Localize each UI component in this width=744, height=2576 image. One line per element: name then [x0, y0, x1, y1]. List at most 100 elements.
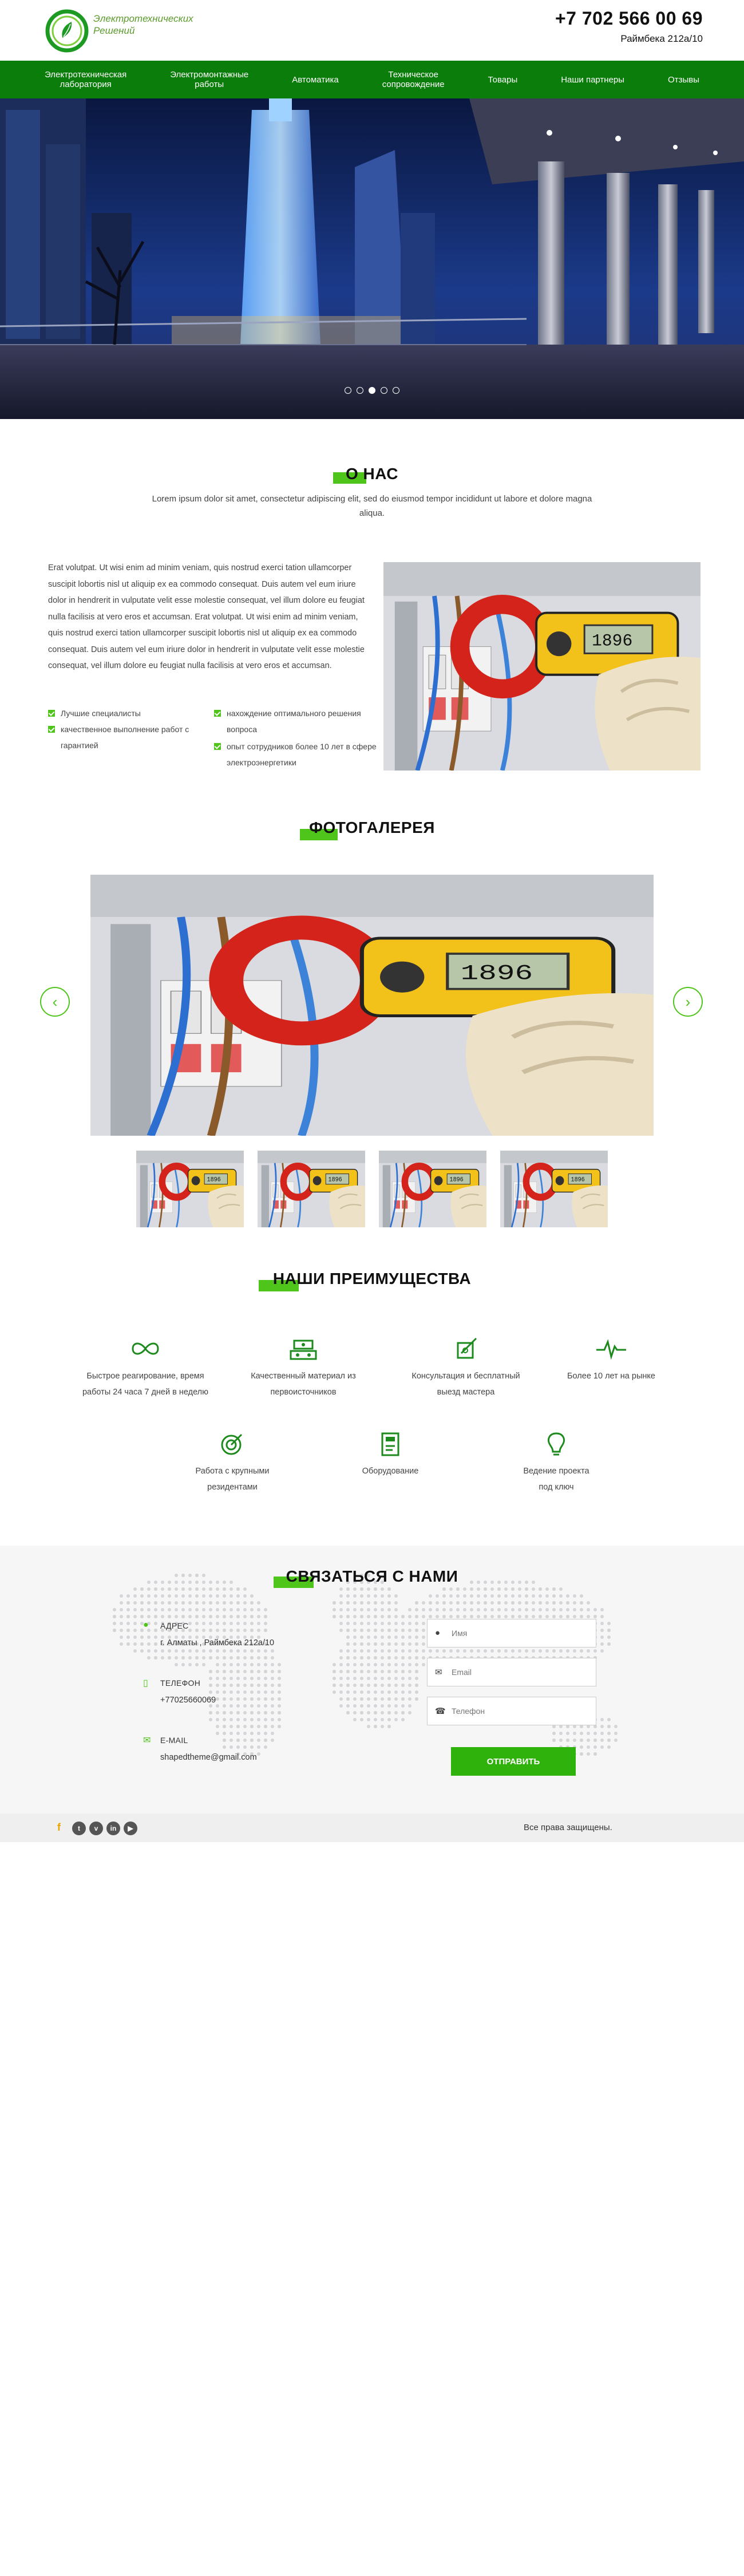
- lightbulb-icon: [548, 1432, 565, 1456]
- feature-text: опыт сотрудников более 10 лет в сфере эл…: [227, 742, 377, 767]
- chevron-left-icon: ‹: [52, 993, 58, 1010]
- advantage-text: Быстрое реагирование, время: [86, 1372, 204, 1381]
- nav-item-support[interactable]: Техническое сопровождение: [382, 70, 445, 89]
- nav-item-label: Наши партнеры: [561, 74, 625, 85]
- logo-text-line2: Решений: [93, 25, 135, 36]
- gallery-thumb[interactable]: 1896: [500, 1151, 608, 1227]
- advantage-text: Консультация и бесплатный: [411, 1372, 520, 1381]
- contact-title-text: СВЯЗАТЬСЯ С НАМИ: [286, 1567, 458, 1585]
- feature-text: нахождение оптимального решения вопроса: [227, 709, 361, 734]
- nav-item-label: Отзывы: [668, 74, 699, 85]
- gallery-main-photo: 1896: [90, 875, 654, 1136]
- nav-item-label: работы: [195, 80, 224, 89]
- feature-text: Лучшие специалисты: [61, 709, 141, 718]
- gallery-thumb[interactable]: 1896: [136, 1151, 244, 1227]
- advantages-title: НАШИ ПРЕИМУЩЕСТВА: [0, 1270, 744, 1288]
- facebook-icon[interactable]: f: [57, 1822, 61, 1834]
- nav-item-automation[interactable]: Автоматика: [292, 75, 339, 85]
- logo-emblem-icon: [45, 9, 89, 53]
- advantage-text: Более 10 лет на рынке: [567, 1372, 655, 1381]
- nav-item-partners[interactable]: Наши партнеры: [561, 75, 624, 85]
- linkedin-icon[interactable]: in: [106, 1822, 120, 1835]
- slider-dot[interactable]: [393, 387, 399, 394]
- clamp-meter-image: 1896: [500, 1151, 608, 1227]
- nav-item-products[interactable]: Товары: [488, 75, 518, 85]
- name-input[interactable]: [427, 1619, 596, 1647]
- hero-slider: [0, 98, 744, 419]
- logo[interactable]: Электротехнических Решений: [43, 5, 197, 56]
- check-icon: [214, 710, 221, 717]
- feature-item: нахождение оптимального решения вопроса: [214, 705, 380, 737]
- about-lead: Lorem ipsum dolor sit amet, consectetur …: [152, 494, 592, 518]
- advantage-text: резидентами: [207, 1483, 258, 1492]
- vimeo-icon[interactable]: v: [89, 1822, 103, 1835]
- logo-text: Электротехнических Решений: [93, 13, 193, 37]
- about-body: Erat volutpat. Ut wisi enim ad minim ven…: [48, 563, 365, 670]
- logo-text-line1: Электротехнических: [93, 13, 193, 24]
- advantage-text: Качественный материал из: [251, 1372, 356, 1381]
- header-address: Раймбека 212а/10: [620, 33, 703, 44]
- phone-input[interactable]: [427, 1697, 596, 1725]
- twitter-icon[interactable]: t: [72, 1822, 86, 1835]
- check-icon: [214, 743, 221, 750]
- svg-text:1896: 1896: [450, 1176, 464, 1183]
- advantage-text: Ведение проекта: [523, 1467, 589, 1476]
- world-map-dots: [113, 1574, 618, 1756]
- target-icon: [221, 1433, 243, 1455]
- advantage-item: Ведение проекта под ключ: [482, 1431, 631, 1495]
- svg-text:1896: 1896: [329, 1176, 342, 1183]
- gallery-thumb[interactable]: 1896: [258, 1151, 365, 1227]
- clamp-meter-image: 1896: [383, 562, 701, 771]
- envelope-icon: ✉: [143, 1736, 151, 1745]
- header-phone[interactable]: +7 702 566 00 69: [555, 8, 703, 29]
- contact-section: [0, 1546, 744, 1814]
- gallery-title-text: ФОТОГАЛЕРЕЯ: [309, 819, 435, 836]
- phone-value[interactable]: +77025660069: [160, 1696, 216, 1705]
- check-icon: [48, 710, 55, 717]
- slider-dot[interactable]: [345, 387, 351, 394]
- equipment-icon: [381, 1432, 399, 1456]
- feature-item: Лучшие специалисты: [48, 705, 203, 721]
- address-value: г. Алматы , Раймбека 212а/10: [160, 1638, 275, 1647]
- feature-item: опыт сотрудников более 10 лет в сфере эл…: [214, 738, 380, 771]
- site-footer: f t v in ▶ Все права защищены.: [0, 1814, 744, 1842]
- email-input[interactable]: [427, 1658, 596, 1686]
- email-value[interactable]: shapedtheme@gmail.com: [160, 1753, 257, 1762]
- about-title-text: О НАС: [345, 465, 399, 483]
- svg-text:1896: 1896: [571, 1176, 585, 1183]
- page: Электротехнических Решений +7 702 566 00…: [0, 0, 744, 2576]
- advantages-title-text: НАШИ ПРЕИМУЩЕСТВА: [272, 1270, 472, 1287]
- envelope-icon: ✉: [435, 1668, 442, 1677]
- check-icon: [48, 726, 55, 733]
- nav-item-label: сопровождение: [382, 80, 445, 89]
- youtube-icon[interactable]: ▶: [124, 1822, 137, 1835]
- svg-text:1896: 1896: [207, 1176, 221, 1183]
- user-icon: ●: [435, 1628, 441, 1638]
- nav-item-label: Автоматика: [292, 74, 339, 85]
- address-label: АДРЕС: [160, 1621, 189, 1630]
- copyright-text: Все права защищены.: [524, 1823, 612, 1832]
- mobile-phone-icon: ▯: [143, 1678, 148, 1688]
- gallery-next-button[interactable]: ›: [673, 987, 703, 1017]
- advantage-item: Оборудование: [316, 1431, 465, 1479]
- tools-icon: [457, 1337, 477, 1359]
- submit-button[interactable]: Отправить: [451, 1747, 576, 1776]
- contact-title: СВЯЗАТЬСЯ С НАМИ: [0, 1567, 744, 1586]
- gallery-prev-button[interactable]: ‹: [40, 987, 70, 1017]
- hero-image: [0, 98, 744, 419]
- gallery-thumb[interactable]: 1896: [379, 1151, 486, 1227]
- nav-item-lab[interactable]: Электротехническая лаборатория: [45, 70, 126, 89]
- clamp-meter-image: 1896: [379, 1151, 486, 1227]
- advantage-text: под ключ: [539, 1483, 574, 1492]
- slider-dot-active[interactable]: [369, 387, 375, 394]
- slider-dot[interactable]: [357, 387, 363, 394]
- hero-slider-dots: [0, 387, 744, 395]
- advantage-text: Работа с крупными: [195, 1467, 270, 1476]
- nav-item-installation[interactable]: Электромонтажные работы: [170, 70, 248, 89]
- nav-item-reviews[interactable]: Отзывы: [668, 75, 699, 85]
- advantage-text: Оборудование: [362, 1467, 419, 1476]
- chevron-right-icon: ›: [685, 993, 691, 1010]
- slider-dot[interactable]: [381, 387, 387, 394]
- pulse-icon: [596, 1339, 626, 1360]
- phone-label: ТЕЛЕФОН: [160, 1678, 201, 1688]
